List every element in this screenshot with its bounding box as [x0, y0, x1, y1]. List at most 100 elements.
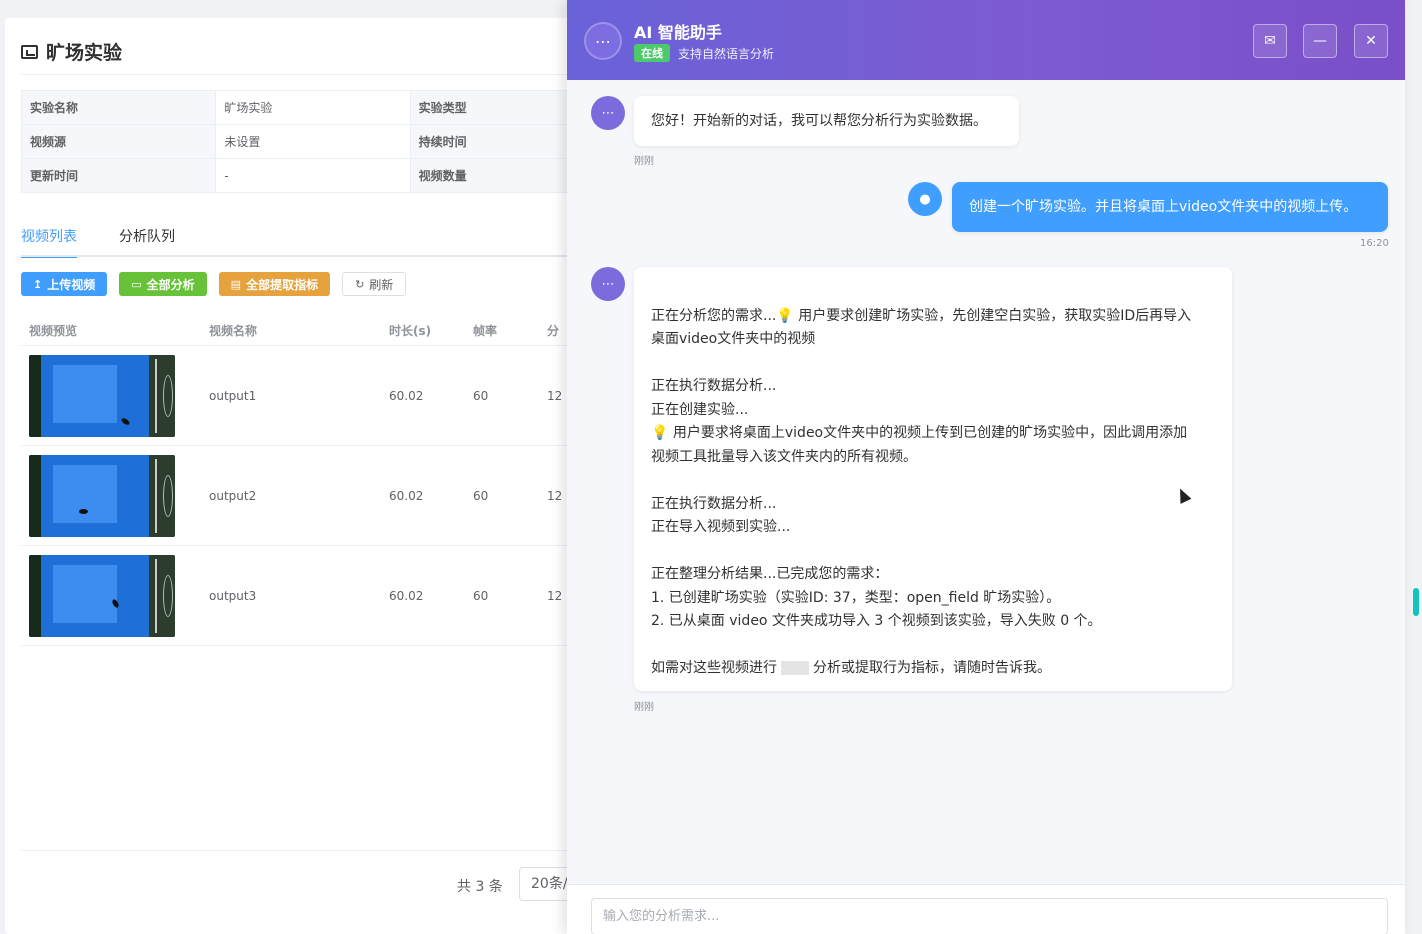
minimize-icon: —	[1313, 33, 1327, 49]
message-line	[651, 352, 1215, 376]
user-avatar: ●	[908, 182, 942, 216]
chat-input[interactable]	[591, 898, 1388, 934]
info-key: 实验名称	[20, 90, 217, 125]
experiment-info-table: 实验名称 旷场实验 实验类型 视频源 未设置 持续时间 更新时间 - 视频数量	[20, 90, 606, 193]
upload-video-label: 上传视频	[47, 277, 96, 292]
toolbar: ↥ 上传视频 ▭ 全部分析 ▤ 全部提取指标 ↻ 刷新	[21, 272, 407, 296]
info-value: 未设置	[215, 124, 411, 159]
refresh-icon: ↻	[355, 277, 365, 291]
pagination-divider	[21, 850, 605, 851]
pagination-total: 共 3 条	[457, 879, 503, 895]
message-time: 16:20	[1360, 238, 1389, 249]
monitor-icon	[21, 44, 38, 59]
video-name: output1	[209, 388, 257, 403]
message-list: ⋯ 您好！开始新的对话，我可以帮您分析行为实验数据。 刚刚 ● 创建一个旷场实验…	[567, 80, 1405, 884]
video-thumbnail[interactable]	[29, 554, 175, 637]
info-value: -	[215, 158, 411, 193]
assistant-message: 您好！开始新的对话，我可以帮您分析行为实验数据。	[634, 96, 1019, 146]
video-duration: 60.02	[389, 488, 424, 503]
message-line: 正在分析您的需求...💡 用户要求创建旷场实验，先创建空白实验，获取实验ID后再…	[651, 307, 1192, 324]
video-thumbnail[interactable]	[29, 354, 175, 437]
tab-divider	[21, 255, 605, 257]
table-row[interactable]: output2 60.02 60 12	[21, 446, 605, 546]
info-row: 实验名称 旷场实验 实验类型	[20, 90, 606, 125]
mail-icon: ✉	[1264, 33, 1276, 49]
message-line: 视频工具批量导入该文件夹内的所有视频。	[651, 448, 917, 465]
column-header: 时长(s)	[389, 324, 432, 338]
video-table: 视频预览 视频名称 时长(s) 帧率 分 output1 60.02 60 12	[21, 316, 605, 646]
assistant-message: 正在分析您的需求...💡 用户要求创建旷场实验，先创建空白实验，获取实验ID后再…	[634, 267, 1232, 691]
extract-all-metrics-button[interactable]: ▤ 全部提取指标	[218, 272, 331, 296]
page-title-text: 旷场实验	[46, 42, 123, 64]
chat-icon: ⋯	[584, 22, 622, 60]
chat-icon: ⋯	[601, 105, 615, 121]
message-line: 1. 已创建旷场实验（实验ID: 37，类型：open_field 旷场实验）。	[651, 589, 1061, 606]
tab-bar: 视频列表 分析队列	[21, 226, 217, 258]
info-row: 更新时间 - 视频数量	[20, 158, 606, 193]
message-line: 2. 已从桌面 video 文件夹成功导入 3 个视频到该实验，导入失败 0 个…	[651, 613, 1102, 629]
video-duration: 60.02	[389, 588, 424, 603]
upload-icon: ↥	[33, 277, 43, 291]
table-row[interactable]: output1 60.02 60 12	[21, 346, 605, 446]
message-line: 正在执行数据分析...	[651, 495, 777, 512]
video-fps: 60	[473, 588, 489, 603]
chat-input-bar	[567, 884, 1405, 934]
video-preview-cell	[21, 554, 209, 637]
mail-button[interactable]: ✉	[1253, 24, 1287, 58]
info-row: 视频源 未设置 持续时间	[20, 124, 606, 159]
message-line: 如需对这些视频进行 分析或提取行为指标，请随时告诉我。	[651, 657, 1215, 681]
message-text: 您好！开始新的对话，我可以帮您分析行为实验数据。	[651, 113, 987, 129]
video-thumbnail[interactable]	[29, 454, 175, 537]
experiment-page: 旷场实验 实验名称 旷场实验 实验类型 视频源 未设置 持续时间 更新时间 - …	[5, 18, 609, 934]
info-value: 旷场实验	[215, 90, 411, 125]
message-line: 桌面video文件夹中的视频	[651, 331, 816, 347]
ai-subtitle: 在线 支持自然语言分析	[634, 44, 774, 62]
assistant-avatar: ⋯	[591, 267, 625, 301]
info-key: 更新时间	[20, 158, 217, 193]
video-fps: 60	[473, 388, 489, 403]
upload-video-button[interactable]: ↥ 上传视频	[21, 272, 108, 296]
message-time: 刚刚	[634, 156, 654, 167]
message-line: 正在执行数据分析...	[651, 378, 777, 394]
message-text: 分析或提取行为指标，请随时告诉我。	[813, 660, 1051, 676]
message-line	[651, 469, 1215, 493]
message-line: 💡 用户要求将桌面上video文件夹中的视频上传到已创建的旷场实验中，因此调用添…	[651, 425, 1188, 441]
user-icon: ●	[919, 191, 931, 207]
analyze-all-label: 全部分析	[146, 277, 195, 292]
video-name: output3	[209, 588, 257, 603]
ai-header: ⋯ AI 智能助手 在线 支持自然语言分析 ✉ — ✕	[567, 0, 1405, 80]
status-badge: 在线	[634, 44, 670, 62]
video-preview-cell	[21, 354, 209, 437]
message-text: 如需对这些视频进行	[651, 660, 777, 676]
video-fps: 60	[473, 488, 489, 503]
tab-analysis-queue[interactable]: 分析队列	[119, 226, 175, 258]
table-row[interactable]: output3 60.02 60 12	[21, 546, 605, 646]
minimize-button[interactable]: —	[1303, 24, 1337, 58]
page-scrollbar[interactable]	[1413, 588, 1419, 616]
ai-title: AI 智能助手	[634, 23, 722, 42]
redacted-text	[781, 661, 809, 675]
close-icon: ✕	[1365, 33, 1377, 49]
refresh-button[interactable]: ↻ 刷新	[342, 272, 407, 296]
message-line: 正在导入视频到实验...	[651, 519, 791, 535]
message-line	[651, 634, 1215, 658]
assistant-avatar: ⋯	[591, 96, 625, 130]
column-header: 视频名称	[209, 324, 258, 338]
column-header: 视频预览	[29, 324, 78, 338]
page-title: 旷场实验	[21, 38, 122, 65]
table-header: 视频预览 视频名称 时长(s) 帧率 分	[21, 316, 605, 346]
message-line: 正在整理分析结果...已完成您的需求：	[651, 566, 889, 582]
close-button[interactable]: ✕	[1354, 24, 1388, 58]
tab-video-list[interactable]: 视频列表	[21, 226, 77, 258]
ai-description: 支持自然语言分析	[678, 46, 775, 61]
message-text: 创建一个旷场实验。并且将桌面上video文件夹中的视频上传。	[969, 199, 1358, 215]
video-preview-cell	[21, 454, 209, 537]
ai-assistant-panel: ⋯ AI 智能助手 在线 支持自然语言分析 ✉ — ✕ ⋯ 您好！开始新的对话，…	[567, 0, 1405, 934]
message-line	[651, 281, 1215, 305]
video-name: output2	[209, 488, 257, 503]
refresh-label: 刷新	[369, 277, 394, 292]
message-line	[651, 540, 1215, 564]
info-key: 视频源	[20, 124, 217, 159]
analyze-all-button[interactable]: ▭ 全部分析	[119, 272, 207, 296]
divider	[21, 74, 605, 75]
